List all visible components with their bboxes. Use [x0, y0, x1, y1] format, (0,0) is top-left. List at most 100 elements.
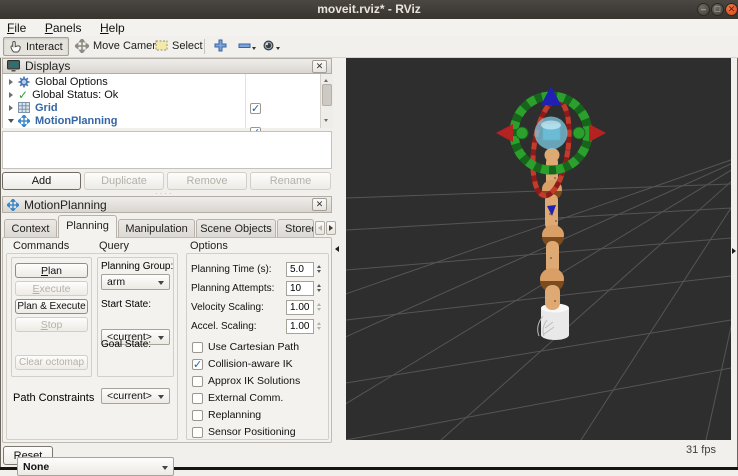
- expand-right-panel-icon[interactable]: [732, 248, 736, 254]
- select-box-icon: [155, 40, 168, 51]
- marker-x-arrow-left[interactable]: [496, 124, 513, 142]
- tab-context[interactable]: Context: [4, 219, 57, 238]
- chevron-down-icon: [252, 47, 256, 52]
- tree-row-global-options[interactable]: Global Options: [3, 75, 243, 88]
- planning-time-input[interactable]: 5.0: [286, 261, 314, 277]
- collision-aware-ik-row[interactable]: Collision-aware IK: [192, 357, 293, 371]
- planning-group-label: Planning Group:: [101, 261, 174, 272]
- marker-x-arrow-right[interactable]: [589, 124, 606, 142]
- tool-options-button[interactable]: [257, 37, 285, 54]
- displays-tree: Global Options ✓ Global Status: Ok Grid …: [2, 74, 333, 139]
- use-cartesian-path-checkbox[interactable]: [192, 341, 203, 353]
- plan-button[interactable]: Plan: [15, 263, 88, 278]
- scroll-down-icon[interactable]: [324, 119, 328, 124]
- approx-ik-solutions-row[interactable]: Approx IK Solutions: [192, 374, 300, 388]
- tab-scene-objects[interactable]: Scene Objects: [196, 219, 276, 238]
- display-property-area[interactable]: [2, 131, 332, 169]
- grid-enabled-checkbox[interactable]: [250, 102, 261, 115]
- approx-ik-solutions-checkbox[interactable]: [192, 375, 203, 387]
- expander-icon[interactable]: [9, 91, 13, 98]
- toolbar: Interact Move Camera Select: [0, 36, 738, 58]
- render-viewport[interactable]: [0, 58, 738, 441]
- expander-icon[interactable]: [8, 118, 14, 123]
- minimize-icon[interactable]: –: [697, 3, 710, 16]
- spinner-arrows[interactable]: [314, 319, 324, 334]
- planning-attempts-row: Planning Attempts: 10: [191, 280, 324, 296]
- add-tool-icon: [214, 39, 227, 52]
- tree-scrollbar[interactable]: [320, 74, 333, 128]
- motion-planning-icon: [7, 198, 19, 211]
- toolbar-separator: [204, 39, 205, 54]
- velocity-scaling-label: Velocity Scaling:: [191, 301, 264, 313]
- add-tool-button[interactable]: [209, 37, 232, 54]
- external-comm-row[interactable]: External Comm.: [192, 391, 283, 405]
- fps-counter: 31 fps: [686, 444, 716, 456]
- move-camera-icon: [75, 38, 89, 53]
- remove-display-button[interactable]: Remove: [167, 172, 247, 190]
- spinner-arrows[interactable]: [314, 300, 324, 315]
- commands-section-label: Commands: [13, 240, 70, 252]
- velocity-scaling-input[interactable]: 1.00: [286, 299, 314, 315]
- use-cartesian-path-row[interactable]: Use Cartesian Path: [192, 340, 299, 354]
- tab-planning[interactable]: Planning: [58, 215, 117, 238]
- tree-row-motion-planning[interactable]: MotionPlanning: [3, 114, 243, 127]
- titlebar: moveit.rviz* - RViz: [0, 0, 738, 20]
- displays-close-icon[interactable]: ✕: [312, 59, 327, 73]
- add-display-button[interactable]: Add: [2, 172, 81, 190]
- expander-icon[interactable]: [9, 78, 13, 85]
- spinner-arrows[interactable]: [314, 262, 324, 277]
- menu-help[interactable]: Help: [93, 20, 132, 35]
- robot-arm: [537, 148, 569, 340]
- sensor-positioning-checkbox[interactable]: [192, 426, 203, 438]
- tab-scroll-right-icon[interactable]: [326, 221, 336, 235]
- collapse-left-panel-icon[interactable]: [335, 246, 339, 252]
- motion-planning-close-icon[interactable]: ✕: [312, 198, 327, 211]
- grid-icon: [18, 102, 30, 113]
- tree-row-grid[interactable]: Grid: [3, 101, 243, 114]
- tab-scroll-left-icon[interactable]: [315, 221, 325, 235]
- goal-state-select[interactable]: <current>: [101, 388, 170, 404]
- tab-manipulation[interactable]: Manipulation: [118, 219, 195, 238]
- collision-aware-ik-checkbox[interactable]: [192, 358, 203, 371]
- start-state-label: Start State:: [101, 299, 152, 310]
- duplicate-display-button[interactable]: Duplicate: [84, 172, 164, 190]
- stop-button[interactable]: Stop: [15, 317, 88, 332]
- replanning-checkbox[interactable]: [192, 409, 203, 421]
- displays-panel-header[interactable]: Displays ✕: [2, 58, 332, 74]
- expander-icon[interactable]: [9, 104, 13, 111]
- tab-stored[interactable]: Stored: [277, 219, 314, 238]
- close-icon[interactable]: ✕: [725, 3, 738, 16]
- select-tool-button[interactable]: Select: [150, 37, 208, 54]
- scroll-up-icon[interactable]: [324, 77, 328, 82]
- clear-octomap-button[interactable]: Clear octomap: [15, 355, 88, 370]
- tree-row-global-status[interactable]: ✓ Global Status: Ok: [3, 88, 243, 101]
- query-section-label: Query: [99, 240, 129, 252]
- spinner-arrows[interactable]: [314, 281, 324, 296]
- splitter-handle[interactable]: ····: [155, 190, 179, 198]
- external-comm-checkbox[interactable]: [192, 392, 203, 404]
- planning-time-label: Planning Time (s):: [191, 263, 272, 275]
- plan-and-execute-button[interactable]: Plan & Execute: [15, 299, 88, 314]
- sensor-positioning-row[interactable]: Sensor Positioning: [192, 425, 296, 439]
- execute-button[interactable]: Execute: [15, 281, 88, 296]
- tool-sphere-icon: [263, 40, 274, 51]
- planning-attempts-input[interactable]: 10: [286, 280, 314, 296]
- accel-scaling-label: Accel. Scaling:: [191, 320, 257, 332]
- velocity-scaling-row: Velocity Scaling: 1.00: [191, 299, 324, 315]
- select-tool-label: Select: [172, 39, 203, 52]
- accel-scaling-input[interactable]: 1.00: [286, 318, 314, 334]
- menu-panels[interactable]: Panels: [38, 20, 89, 35]
- motion-planning-panel-header[interactable]: MotionPlanning ✕: [2, 196, 332, 213]
- interact-tool-button[interactable]: Interact: [3, 37, 69, 56]
- planning-time-row: Planning Time (s): 5.0: [191, 261, 324, 277]
- replanning-row[interactable]: Replanning: [192, 408, 261, 422]
- tree-row-label: MotionPlanning: [35, 114, 118, 127]
- menu-file[interactable]: File: [0, 20, 33, 35]
- path-constraints-select[interactable]: None: [17, 457, 174, 476]
- rename-display-button[interactable]: Rename: [250, 172, 331, 190]
- goal-state-label: Goal State:: [101, 339, 152, 350]
- planning-group-select[interactable]: arm: [101, 274, 170, 290]
- sensor-positioning-label: Sensor Positioning: [208, 426, 296, 438]
- maximize-icon[interactable]: □: [711, 3, 724, 16]
- scrollbar-thumb[interactable]: [322, 84, 332, 106]
